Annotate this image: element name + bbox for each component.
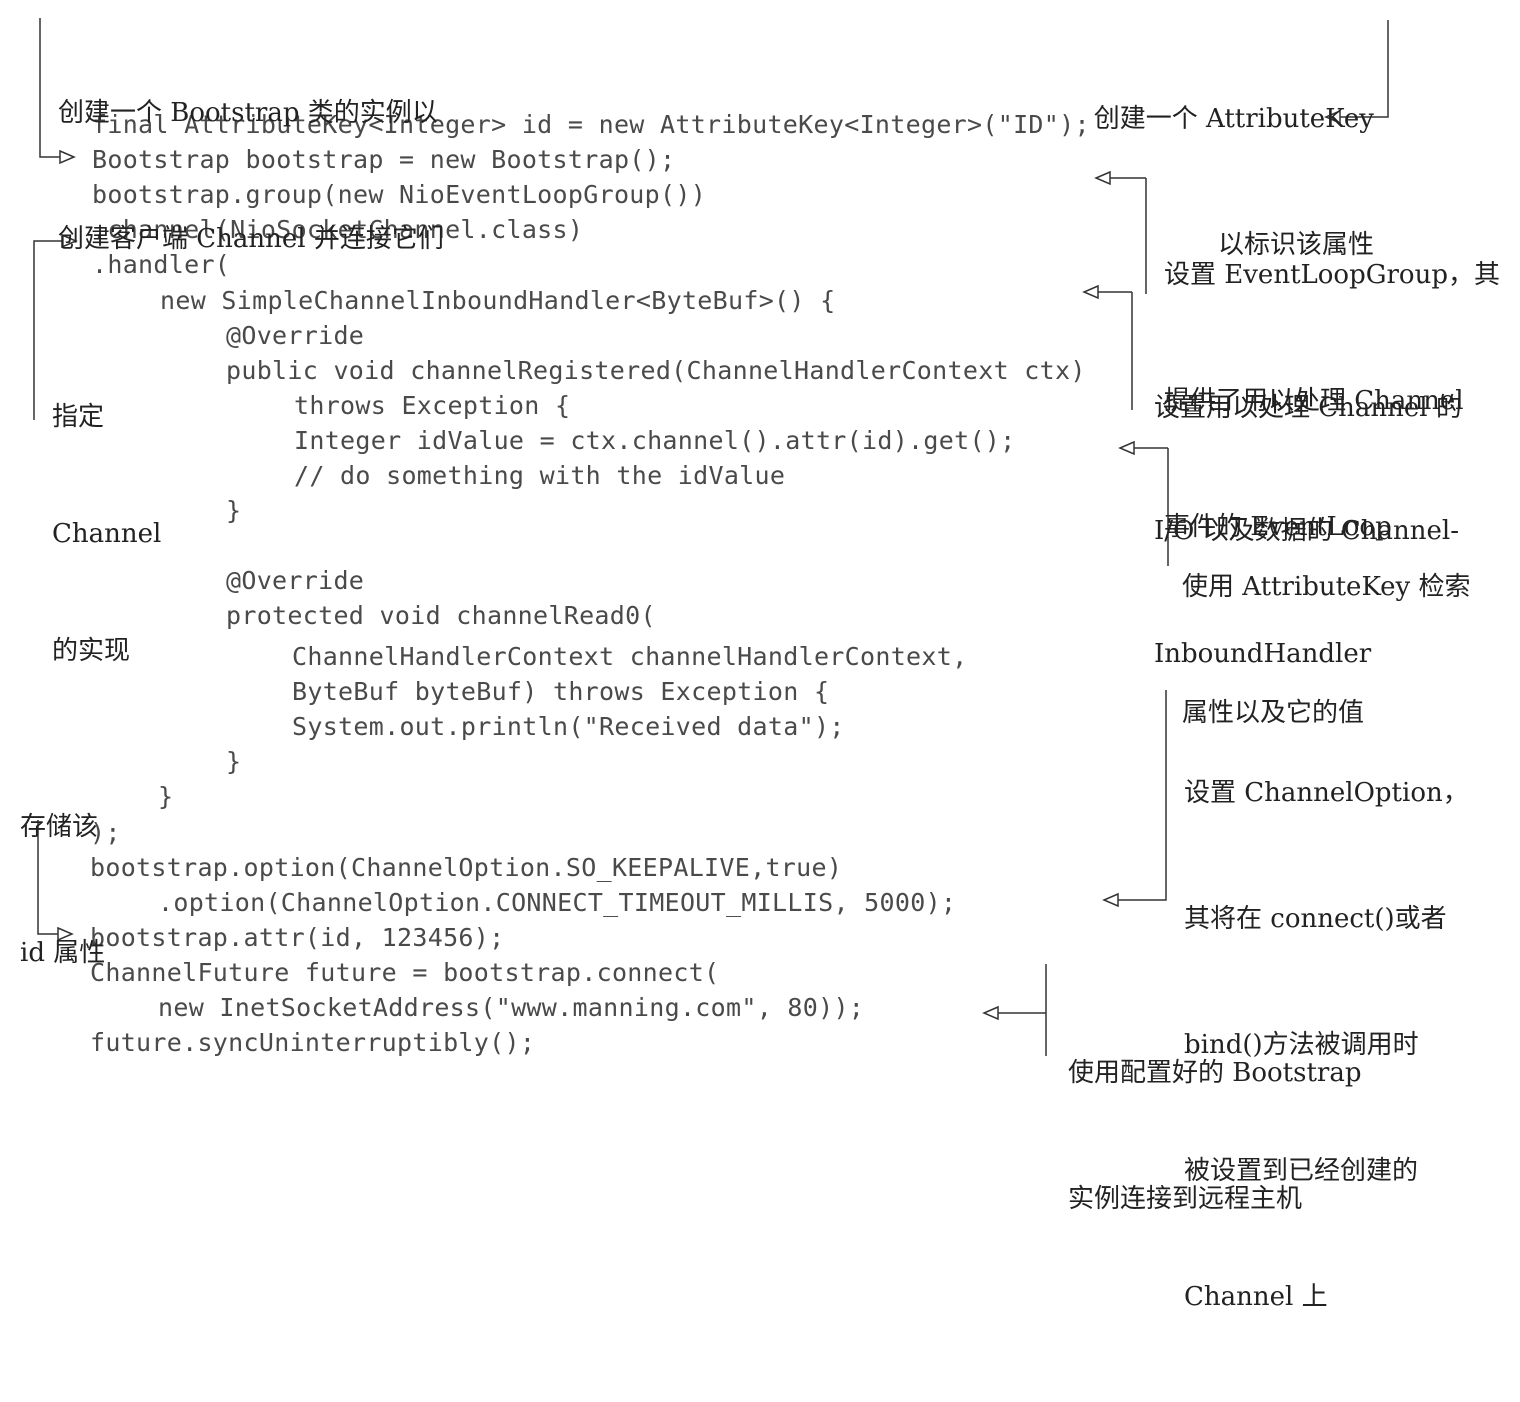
- annotation-line: 使用 AttributeKey 检索: [1182, 572, 1471, 602]
- annotation-line: 的实现: [52, 636, 131, 666]
- arrow-retrieve-attribute: [1118, 440, 1135, 456]
- annotation-line: 创建一个 Bootstrap 类的实例以: [58, 98, 438, 128]
- code-line: Integer idValue = ctx.channel().attr(id)…: [294, 426, 1016, 455]
- annotation-line: 使用配置好的 Bootstrap: [1068, 1058, 1362, 1088]
- annotation-line: 设置用以处理 Channel 的: [1154, 393, 1462, 423]
- annotation-line: 设置 EventLoopGroup，其: [1164, 260, 1500, 290]
- code-line: ChannelHandlerContext channelHandlerCont…: [292, 642, 968, 671]
- arrow-channel-option: [1102, 892, 1119, 908]
- code-line: future.syncUninterruptibly();: [90, 1028, 536, 1057]
- callout-line-create-bootstrap: [39, 18, 60, 158]
- annotation-line: 创建一个 AttributeKey: [1093, 104, 1374, 134]
- callout-line-connect-remote: [998, 964, 1047, 1056]
- annotation-line: Channel: [52, 519, 162, 549]
- code-line: bootstrap.attr(id, 123456);: [90, 923, 505, 952]
- code-line: .option(ChannelOption.CONNECT_TIMEOUT_MI…: [158, 888, 957, 917]
- code-line: }: [226, 747, 242, 776]
- code-line: // do something with the idValue: [294, 461, 786, 490]
- arrow-connect-remote: [982, 1005, 999, 1021]
- code-line: public void channelRegistered(ChannelHan…: [226, 356, 1086, 385]
- annotation-line: 指定: [52, 402, 105, 432]
- code-line: ByteBuf byteBuf) throws Exception {: [292, 677, 830, 706]
- annotation-connect-remote: 使用配置好的 Bootstrap 实例连接到远程主机: [1068, 968, 1362, 1304]
- annotation-line: 设置 ChannelOption，: [1184, 778, 1469, 808]
- code-line: }: [226, 496, 242, 525]
- code-line: }: [158, 782, 174, 811]
- code-line: @Override: [226, 566, 365, 595]
- annotation-line: 其将在 connect()或者: [1184, 904, 1447, 934]
- code-line: protected void channelRead0(: [226, 601, 656, 630]
- annotation-line: id 属性: [20, 938, 106, 968]
- annotation-line: 创建客户端 Channel 并连接它们: [58, 224, 444, 254]
- annotation-create-bootstrap: 创建一个 Bootstrap 类的实例以 创建客户端 Channel 并连接它们: [58, 8, 444, 344]
- annotation-line: 存储该: [20, 812, 99, 842]
- code-line: System.out.println("Received data");: [292, 712, 845, 741]
- annotation-store-id-attribute: 存储该 id 属性: [20, 722, 105, 1058]
- code-line: ChannelFuture future = bootstrap.connect…: [90, 958, 720, 987]
- annotation-line: 实例连接到远程主机: [1068, 1184, 1303, 1214]
- annotation-specify-channel-impl: 指定 Channel 的实现: [52, 320, 161, 749]
- code-line: throws Exception {: [294, 391, 571, 420]
- code-line: bootstrap.option(ChannelOption.SO_KEEPAL…: [90, 853, 843, 882]
- code-listing-figure: final AttributeKey<Integer> id = new Att…: [0, 0, 1520, 1312]
- code-line: new InetSocketAddress("www.manning.com",…: [158, 993, 865, 1022]
